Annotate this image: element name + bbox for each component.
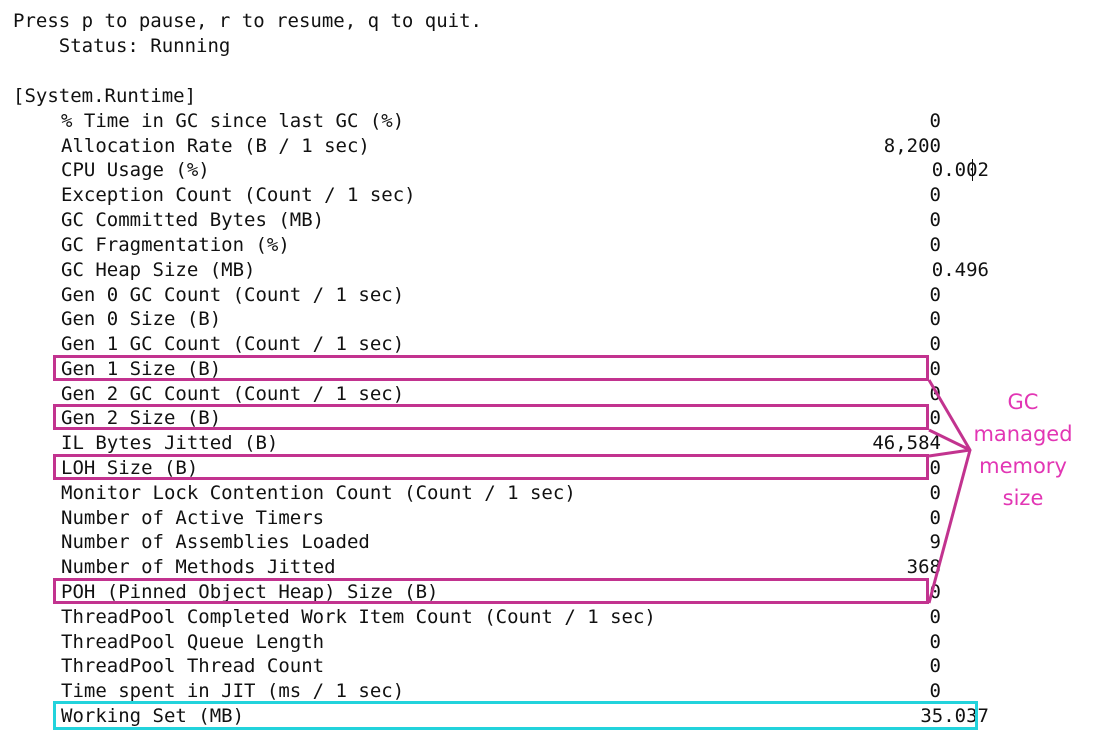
connector-poh xyxy=(927,449,972,604)
annotation-line-1: GC xyxy=(1007,390,1039,414)
annotation-line-4: size xyxy=(1002,486,1044,510)
annotation-line-2: managed xyxy=(973,422,1073,446)
gc-managed-memory-annotation: GC managed memory size xyxy=(968,386,1078,514)
connector-gen-1-2 xyxy=(927,379,972,452)
annotation-connector-lines xyxy=(927,379,972,604)
annotation-line-3: memory xyxy=(979,454,1067,478)
connector-loh xyxy=(928,448,971,458)
